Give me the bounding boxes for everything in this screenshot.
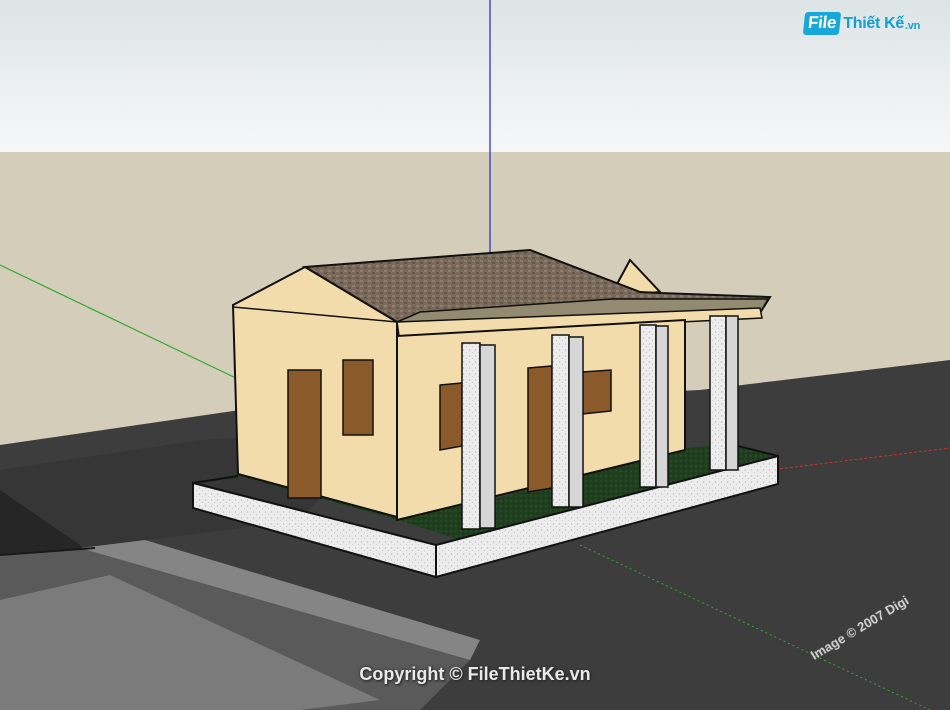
column-1 — [461, 342, 496, 530]
column-4 — [709, 315, 739, 471]
filethietke-logo: File Thiết Kế .vn — [802, 12, 920, 35]
side-window[interactable] — [342, 359, 374, 436]
front-door[interactable] — [527, 365, 553, 493]
front-window-right[interactable] — [581, 369, 612, 415]
logo-badge: File — [802, 12, 842, 35]
side-door[interactable] — [287, 369, 322, 499]
front-window-left[interactable] — [439, 382, 463, 451]
column-2 — [551, 334, 584, 508]
3d-viewport[interactable] — [0, 0, 950, 710]
copyright-watermark: Copyright © FileThietKe.vn — [359, 664, 591, 684]
logo-name: Thiết Kế — [843, 14, 904, 32]
column-3 — [639, 324, 669, 488]
logo-tld: .vn — [905, 20, 920, 32]
